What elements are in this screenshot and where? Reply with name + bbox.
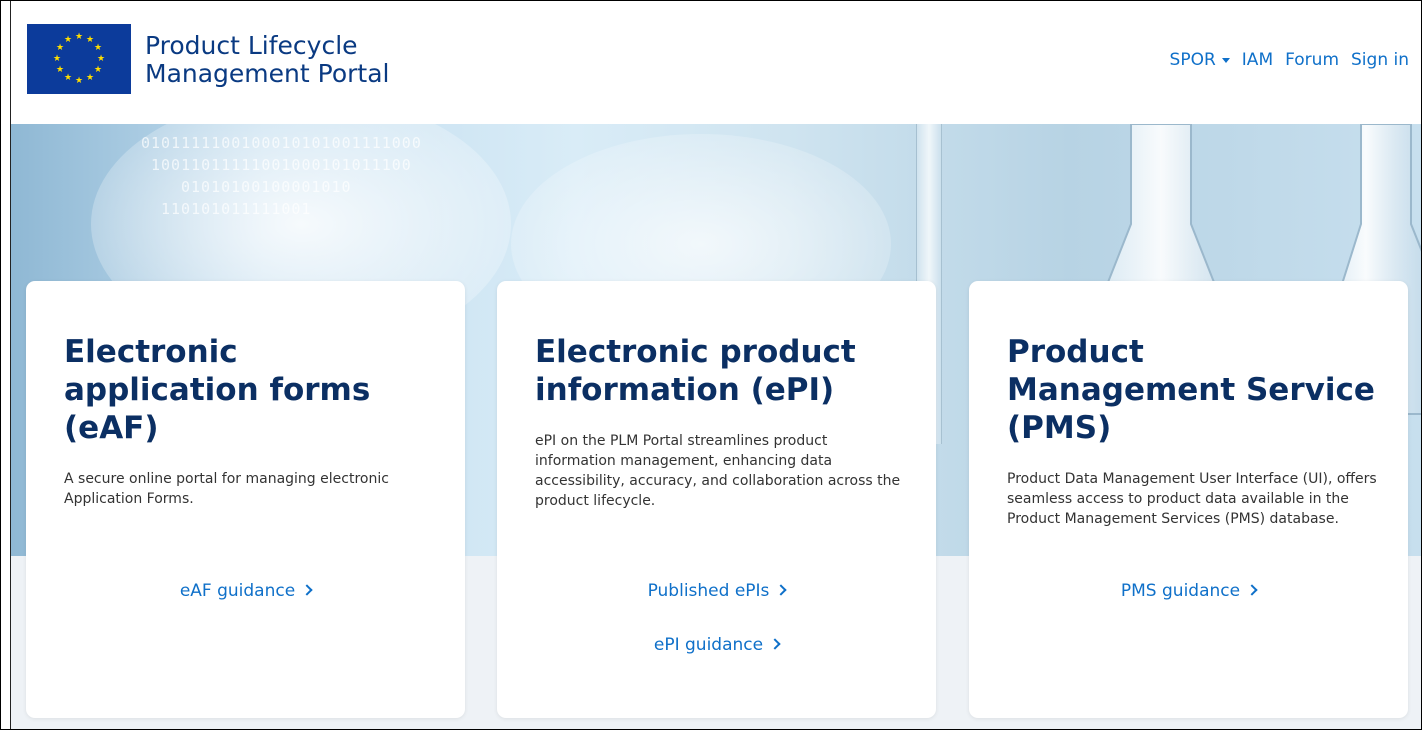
card-eaf: Electronic application forms (eAF) A sec… bbox=[26, 281, 465, 718]
card-epi: Electronic product information (ePI) ePI… bbox=[497, 281, 936, 718]
star-icon: ★ bbox=[94, 43, 103, 53]
eu-flag-logo[interactable]: ★ ★ ★ ★ ★ ★ ★ ★ ★ ★ ★ ★ bbox=[27, 24, 131, 94]
card-title: Electronic product information (ePI) bbox=[535, 334, 856, 408]
brand-line-2: Management Portal bbox=[145, 59, 390, 88]
card-title: Electronic application forms (eAF) bbox=[64, 334, 371, 446]
pms-guidance-link[interactable]: PMS guidance bbox=[969, 581, 1408, 601]
epi-guidance-link[interactable]: ePI guidance bbox=[497, 635, 936, 655]
hero-binary-digits: 0101111100100010101001111000 10011011111… bbox=[141, 134, 422, 218]
left-divider bbox=[10, 0, 11, 730]
card-pms: Product Management Service (PMS) Product… bbox=[969, 281, 1408, 718]
star-icon: ★ bbox=[55, 65, 65, 75]
chevron-right-icon bbox=[301, 584, 313, 596]
top-nav: SPOR IAM Forum Sign in bbox=[1170, 50, 1409, 70]
star-icon: ★ bbox=[64, 73, 73, 84]
nav-sign-in-link[interactable]: Sign in bbox=[1351, 50, 1409, 70]
star-icon: ★ bbox=[86, 73, 95, 84]
star-icon: ★ bbox=[94, 65, 103, 75]
star-icon: ★ bbox=[75, 76, 84, 86]
chevron-right-icon bbox=[775, 584, 788, 596]
portal-brand-title[interactable]: Product Lifecycle Management Portal bbox=[145, 32, 389, 88]
star-icon: ★ bbox=[64, 34, 73, 45]
star-icon: ★ bbox=[53, 54, 62, 64]
card-description: A secure online portal for managing elec… bbox=[64, 471, 389, 507]
site-header: ★ ★ ★ ★ ★ ★ ★ ★ ★ ★ ★ ★ Product Lifecycle Managemen… bbox=[11, 0, 1421, 124]
chevron-right-icon bbox=[769, 638, 781, 650]
nav-spor-label: SPOR bbox=[1169, 50, 1216, 70]
chevron-right-icon bbox=[1246, 584, 1258, 596]
star-icon: ★ bbox=[75, 32, 84, 42]
star-icon: ★ bbox=[97, 54, 106, 64]
star-icon: ★ bbox=[55, 43, 65, 53]
published-epis-link[interactable]: Published ePIs bbox=[497, 581, 936, 601]
nav-forum-link[interactable]: Forum bbox=[1285, 50, 1339, 70]
card-description: ePI on the PLM Portal streamlines produc… bbox=[535, 433, 901, 509]
nav-iam-link[interactable]: IAM bbox=[1242, 50, 1273, 70]
eaf-guidance-link[interactable]: eAF guidance bbox=[26, 581, 465, 601]
brand-line-1: Product Lifecycle bbox=[145, 31, 358, 60]
star-icon: ★ bbox=[86, 34, 95, 45]
card-description: Product Data Management User Interface (… bbox=[1007, 471, 1377, 527]
nav-spor-dropdown[interactable]: SPOR bbox=[1170, 50, 1230, 70]
chevron-down-icon bbox=[1221, 57, 1230, 63]
card-title: Product Management Service (PMS) bbox=[1007, 334, 1375, 446]
